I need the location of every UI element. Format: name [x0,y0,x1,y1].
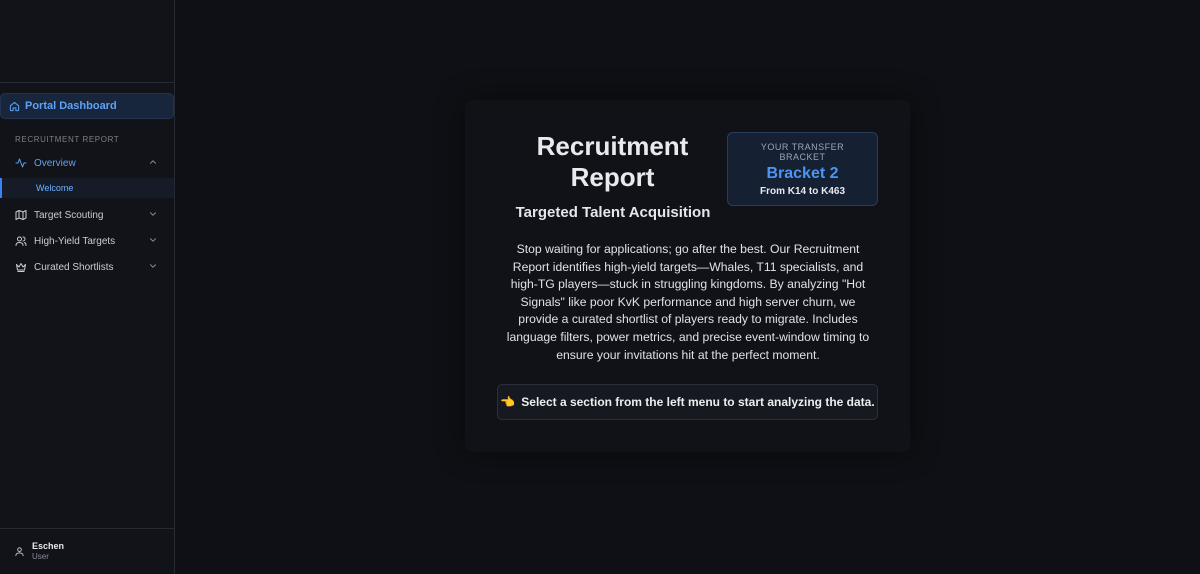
map-icon [15,209,27,221]
bracket-label: YOUR TRANSFER BRACKET [760,142,845,162]
main-content: Recruitment Report Targeted Talent Acqui… [175,0,1200,574]
portal-dashboard-button[interactable]: Portal Dashboard [0,93,174,119]
sidebar-item-high-yield-targets[interactable]: High-Yield Targets [0,231,174,251]
sidebar-item-target-scouting[interactable]: Target Scouting [0,205,174,225]
pointing-hand-icon: 👈 [500,395,516,409]
user-meta: Eschen User [32,542,64,561]
activity-icon [15,157,27,169]
chevron-down-icon [148,261,158,271]
users-icon [15,235,27,247]
hint-text: Select a section from the left menu to s… [521,395,875,409]
sidebar-item-label: Target Scouting [34,209,104,221]
sidebar-header [0,0,174,83]
sidebar-item-label: High-Yield Targets [34,235,116,247]
chevron-up-icon [148,157,158,167]
chevron-down-icon [148,235,158,245]
page-subtitle: Targeted Talent Acquisition [515,204,711,221]
portal-dashboard-label: Portal Dashboard [25,100,117,112]
select-section-hint: 👈 Select a section from the left menu to… [497,384,878,420]
user-name: Eschen [32,541,65,551]
sidebar-item-label: Overview [34,157,76,169]
crown-icon [15,261,27,273]
bracket-value: Bracket 2 [766,165,839,182]
sidebar: Portal Dashboard RECRUITMENT REPORT Over… [0,0,175,574]
user-profile[interactable]: Eschen User [0,528,174,574]
user-icon [15,547,24,557]
sidebar-item-overview[interactable]: Overview [0,153,174,173]
home-icon [9,101,20,111]
section-label: RECRUITMENT REPORT [15,135,120,144]
user-role: User [32,552,49,561]
chevron-down-icon [148,209,158,219]
transfer-bracket-badge: YOUR TRANSFER BRACKET Bracket 2 From K14… [727,132,878,206]
sidebar-item-label: Curated Shortlists [34,261,114,273]
sidebar-item-curated-shortlists[interactable]: Curated Shortlists [0,257,174,277]
sidebar-subitem-welcome[interactable]: Welcome [0,178,174,198]
page-title: Recruitment Report [536,131,689,192]
app-root: Portal Dashboard RECRUITMENT REPORT Over… [0,0,1200,574]
bracket-range: From K14 to K463 [759,186,846,197]
report-description: Stop waiting for applications; go after … [506,242,870,362]
